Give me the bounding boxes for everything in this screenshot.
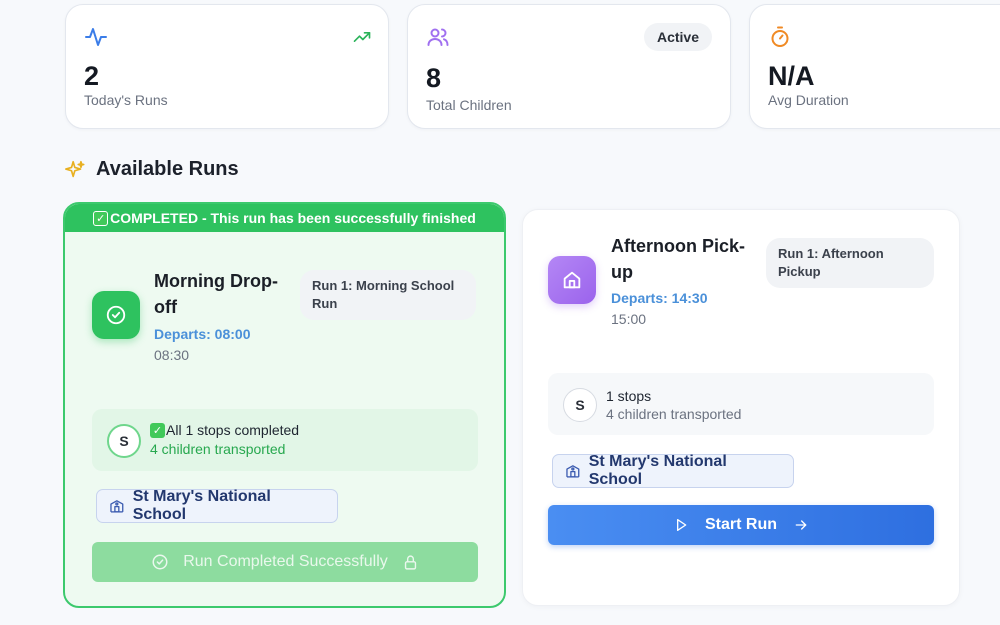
run-tag-line: Pickup (778, 264, 821, 279)
stop-avatar: S (563, 388, 597, 422)
run-tag-line: Run 1: Morning School (312, 278, 455, 293)
trending-up-icon (353, 32, 371, 43)
school-icon (566, 465, 580, 478)
completed-banner-text: COMPLETED - This run has been successful… (110, 210, 476, 226)
stat-label: Avg Duration (768, 92, 849, 108)
stops-summary: S 1 stops 4 children transported (548, 373, 934, 435)
run-tag: Run 1: Afternoon Pickup (766, 238, 934, 288)
check-box-icon: ✓ (93, 210, 109, 226)
button-label: Start Run (705, 516, 777, 533)
run-departs: Departs: 14:30 (611, 290, 708, 306)
children-text: 4 children transported (150, 441, 286, 457)
run-tag-line: Run 1: Afternoon (778, 246, 884, 261)
button-label: Run Completed Successfully (183, 553, 388, 570)
stat-label: Today's Runs (84, 92, 168, 108)
school-icon (110, 500, 124, 513)
school-chip: St Mary's National School (552, 453, 794, 488)
activity-icon (85, 28, 107, 46)
stops-summary: S ✓ All 1 stops completed 4 children tra… (92, 409, 478, 471)
children-text: 4 children transported (606, 406, 742, 422)
run-tag: Run 1: Morning School Run (300, 270, 476, 320)
completed-banner: ✓ COMPLETED - This run has been successf… (65, 204, 504, 232)
stat-card-todays-runs: 2 Today's Runs (65, 4, 389, 129)
sparkles-icon (65, 160, 85, 177)
run-departs: Departs: 08:00 (154, 326, 251, 342)
run-title-line: up (611, 262, 633, 282)
run-title-line: off (154, 297, 177, 317)
stops-text: 1 stops (606, 388, 652, 404)
stat-card-total-children: Active 8 Total Children (407, 4, 731, 129)
run-title-line: Morning Drop- (154, 271, 278, 291)
run-completed-button[interactable]: Run Completed Successfully (92, 542, 478, 582)
run-title: Morning Drop- off (154, 268, 278, 320)
stop-avatar: S (107, 424, 141, 458)
status-badge: Active (643, 23, 712, 51)
school-name: St Mary's National School (588, 453, 727, 488)
stops-text: All 1 stops completed (166, 422, 300, 438)
stops-text-row: ✓ All 1 stops completed (150, 422, 299, 438)
users-icon (427, 28, 449, 46)
run-title: Afternoon Pick- up (611, 233, 745, 285)
check-circle-icon (106, 305, 126, 325)
check-box-icon: ✓ (150, 422, 165, 438)
start-run-button[interactable]: Start Run (548, 505, 934, 545)
school-name: St Mary's National School (132, 488, 271, 523)
run-card-morning-drop-off: ✓ COMPLETED - This run has been successf… (63, 202, 506, 608)
run-icon-completed (92, 291, 140, 339)
section-title: Available Runs (64, 158, 239, 181)
home-icon (563, 271, 581, 289)
run-card-afternoon-pick-up: Afternoon Pick- up Departs: 14:30 15:00 … (522, 209, 960, 606)
arrow-right-icon (795, 520, 807, 530)
check-circle-icon (152, 554, 168, 570)
section-title-text: Available Runs (96, 158, 239, 180)
run-tag-line: Run (312, 296, 338, 311)
run-time: 08:30 (154, 347, 190, 363)
play-icon (677, 519, 687, 531)
timer-icon (771, 26, 789, 47)
stat-value: N/A (768, 61, 815, 91)
school-chip: St Mary's National School (96, 488, 338, 523)
lock-icon (404, 554, 416, 570)
run-icon-pending (548, 256, 596, 304)
stat-value: 8 (426, 63, 442, 93)
stat-card-avg-duration: N/A Avg Duration (749, 4, 1000, 129)
stat-label: Total Children (426, 97, 512, 113)
stat-value: 2 (84, 61, 100, 91)
run-title-line: Afternoon Pick- (611, 236, 746, 256)
run-time: 15:00 (611, 311, 647, 327)
